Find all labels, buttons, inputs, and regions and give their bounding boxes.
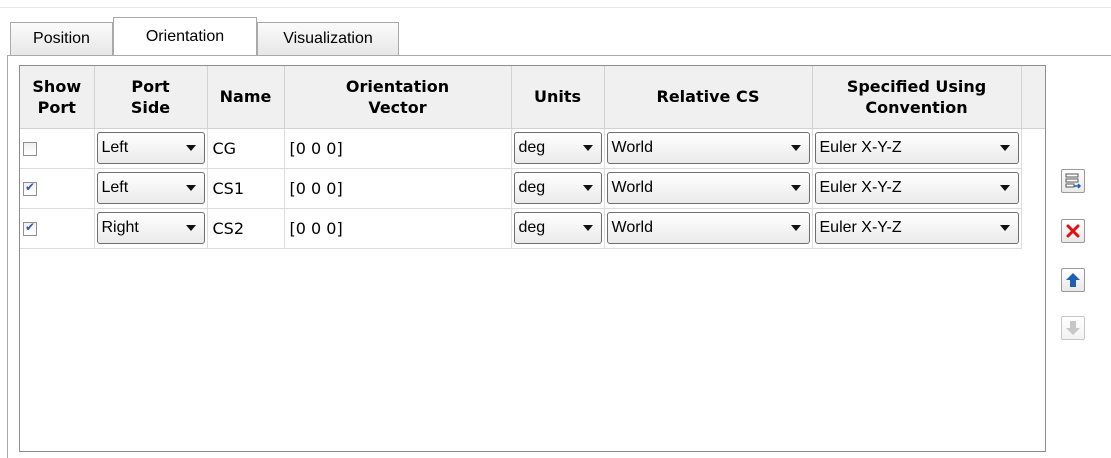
chevron-down-icon [582,145,593,151]
move-up-button[interactable] [1061,268,1085,292]
chevron-down-icon [790,225,801,231]
convention-dropdown[interactable]: Euler X-Y-Z [814,132,1019,164]
dropdown-value: Left [101,139,129,156]
convention-dropdown[interactable]: Euler X-Y-Z [814,172,1019,204]
port-side-dropdown[interactable]: Left [96,132,205,164]
tab-position[interactable]: Position [10,22,113,55]
orientation-vector-cell[interactable]: [0 0 0] [285,219,343,238]
units-dropdown[interactable]: deg [513,132,602,164]
header-relative-cs[interactable]: Relative CS [604,66,813,129]
move-up-icon [1066,273,1080,287]
header-show-port[interactable]: Show Port [20,66,95,129]
move-down-button[interactable] [1061,316,1085,340]
show-port-checkbox[interactable] [23,180,37,196]
dropdown-value: deg [518,179,546,196]
dropdown-value: World [611,139,654,156]
delete-icon [1066,224,1080,238]
orientation-vector-cell[interactable]: [0 0 0] [285,179,343,198]
dropdown-value: Left [101,179,129,196]
units-dropdown[interactable]: deg [513,212,602,244]
tab-visualization[interactable]: Visualization [257,22,399,55]
chevron-down-icon [790,145,801,151]
dropdown-value: World [611,219,654,236]
header-name[interactable]: Name [207,66,285,129]
dropdown-value: Euler X-Y-Z [819,139,902,156]
chevron-down-icon [999,225,1010,231]
name-cell[interactable]: CS2 [208,219,245,238]
add-row-icon [1065,173,1082,189]
header-orientation-vector[interactable]: Orientation Vector [284,66,512,129]
delete-row-button[interactable] [1061,219,1085,243]
units-dropdown[interactable]: deg [513,172,602,204]
orientation-table: Show Port Port Side Name Orientation Vector… [19,65,1046,452]
table-row: Left CS1 [0 0 0] deg World Euler X-Y-Z [20,168,1045,209]
relative-cs-dropdown[interactable]: World [606,212,810,244]
dropdown-value: World [611,179,654,196]
chevron-down-icon [999,185,1010,191]
relative-cs-dropdown[interactable]: World [606,132,810,164]
header-spacer [1021,66,1045,129]
dropdown-value: deg [518,219,546,236]
header-port-side[interactable]: Port Side [94,66,208,129]
orientation-vector-cell[interactable]: [0 0 0] [285,139,343,158]
table-row: Right CS2 [0 0 0] deg World Euler X-Y-Z [20,208,1045,249]
dropdown-value: deg [518,139,546,156]
dropdown-value: Euler X-Y-Z [819,219,902,236]
convention-dropdown[interactable]: Euler X-Y-Z [814,212,1019,244]
tab-orientation[interactable]: Orientation [113,17,257,55]
name-cell[interactable]: CS1 [208,179,245,198]
show-port-checkbox[interactable] [23,220,37,236]
header-units[interactable]: Units [511,66,605,129]
chevron-down-icon [185,185,196,191]
add-row-button[interactable] [1061,169,1085,193]
chevron-down-icon [582,225,593,231]
dropdown-value: Right [101,219,139,236]
dropdown-value: Euler X-Y-Z [819,179,902,196]
header-convention[interactable]: Specified Using Convention [812,66,1022,129]
chevron-down-icon [790,185,801,191]
table-header-row: Show Port Port Side Name Orientation Vector… [20,66,1045,129]
top-divider [0,7,1111,8]
port-side-dropdown[interactable]: Left [96,172,205,204]
show-port-checkbox[interactable] [23,142,37,156]
chevron-down-icon [185,145,196,151]
move-down-icon [1066,321,1080,335]
port-side-dropdown[interactable]: Right [96,212,205,244]
chevron-down-icon [999,145,1010,151]
chevron-down-icon [582,185,593,191]
name-cell[interactable]: CG [208,139,237,158]
table-row: Left CG [0 0 0] deg World Euler X-Y-Z [20,128,1045,169]
chevron-down-icon [185,225,196,231]
relative-cs-dropdown[interactable]: World [606,172,810,204]
